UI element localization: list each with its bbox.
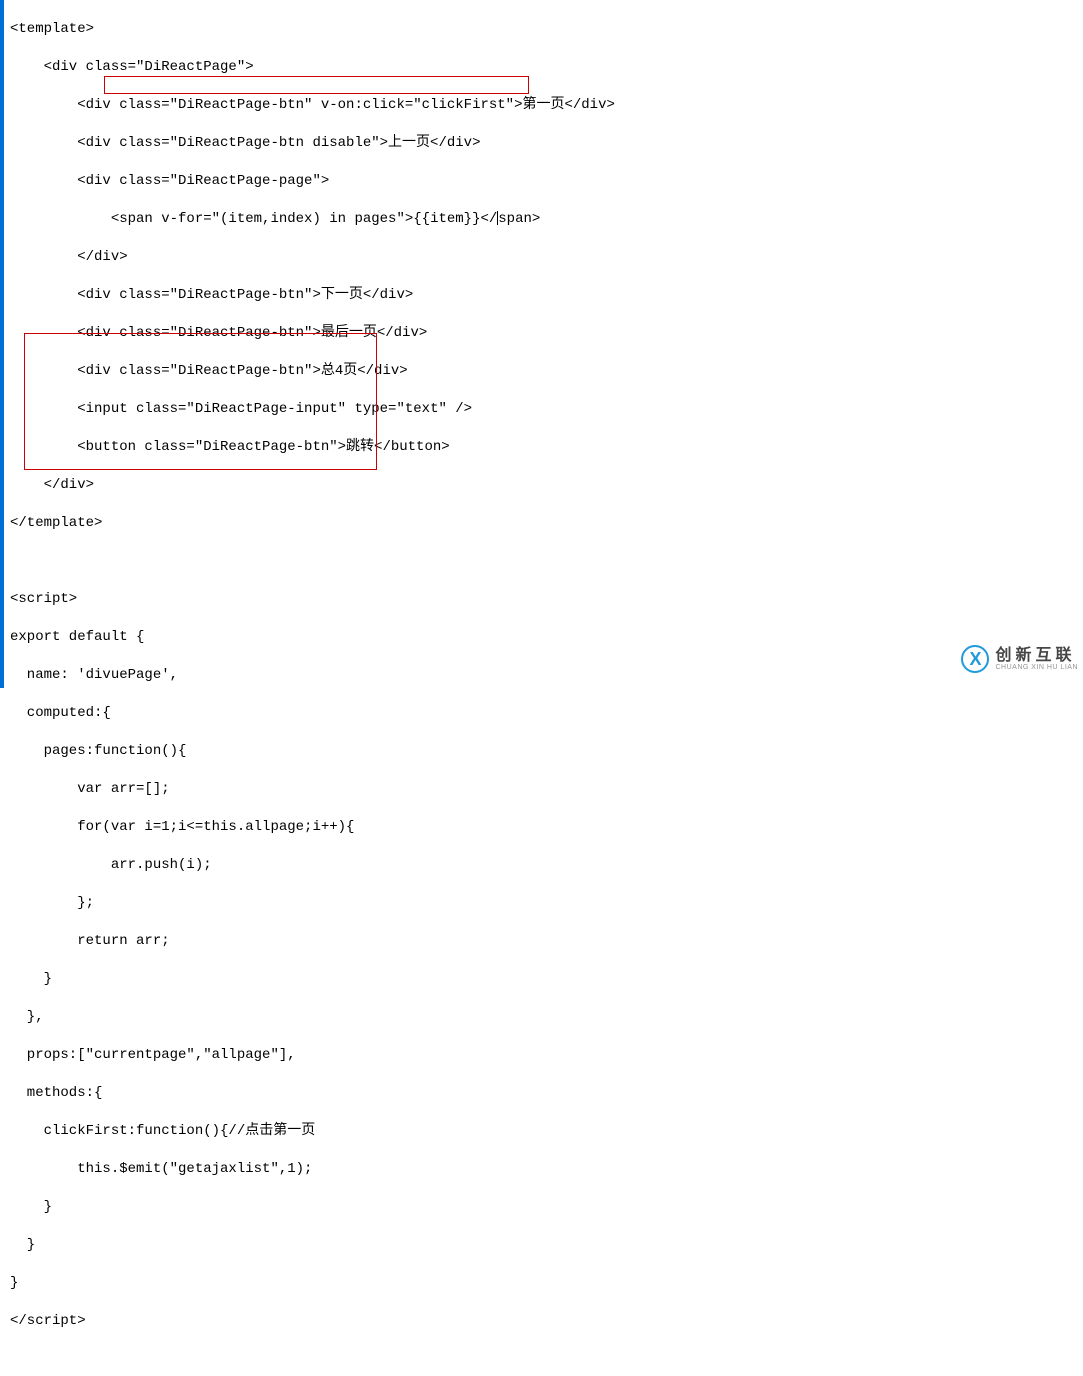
code-line: <div class="DiReactPage-btn">总4页</div> [10,363,985,380]
code-line: this.$emit("getajaxlist",1); [10,1161,985,1178]
code-line: <input class="DiReactPage-input" type="t… [10,401,985,418]
code-line: methods:{ [10,1085,985,1102]
watermark-x-icon: X [969,646,981,673]
code-line: computed:{ [10,705,985,722]
code-line: clickFirst:function(){//点击第一页 [10,1123,985,1140]
code-line: for(var i=1;i<=this.allpage;i++){ [10,819,985,836]
code-line: return arr; [10,933,985,950]
code-line: </div> [10,477,985,494]
watermark-circle-icon: X [961,645,989,673]
code-line: }, [10,1009,985,1026]
code-line: name: 'divuePage', [10,667,985,684]
code-line: <template> [10,21,985,38]
code-line: props:["currentpage","allpage"], [10,1047,985,1064]
code-line [10,553,985,570]
watermark-text: 创新互联 CHUANG XIN HU LIAN [995,648,1078,671]
code-line: <button class="DiReactPage-btn">跳转</butt… [10,439,985,456]
code-line: } [10,1199,985,1216]
code-editor-content[interactable]: <template> <div class="DiReactPage"> <di… [10,0,985,1376]
code-line: }; [10,895,985,912]
code-line [10,1351,985,1368]
code-line: } [10,971,985,988]
watermark-cn: 创新互联 [995,648,1078,664]
code-line: <div class="DiReactPage-btn disable">上一页… [10,135,985,152]
code-line: arr.push(i); [10,857,985,874]
watermark-logo: X 创新互联 CHUANG XIN HU LIAN [961,645,1078,673]
code-line-cursor: <span v-for="(item,index) in pages">{{it… [10,211,985,228]
code-line: export default { [10,629,985,646]
watermark-en: CHUANG XIN HU LIAN [995,664,1078,671]
code-line: } [10,1237,985,1254]
code-line: <div class="DiReactPage-btn">最后一页</div> [10,325,985,342]
code-line: </div> [10,249,985,266]
code-line: </script> [10,1313,985,1330]
code-line: <div class="DiReactPage-btn">下一页</div> [10,287,985,304]
editor-left-bar [0,0,4,688]
code-line: pages:function(){ [10,743,985,760]
code-line: </template> [10,515,985,532]
code-line: <script> [10,591,985,608]
code-line: <div class="DiReactPage-page"> [10,173,985,190]
code-line: var arr=[]; [10,781,985,798]
code-line: <div class="DiReactPage-btn" v-on:click=… [10,97,985,114]
code-line: <div class="DiReactPage"> [10,59,985,76]
code-line: } [10,1275,985,1292]
